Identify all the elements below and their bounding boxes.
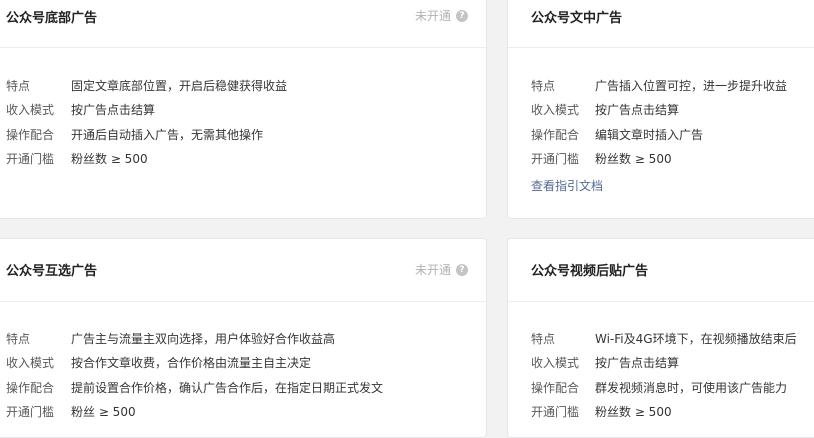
detail-row-revenue-mode: 收入模式 按广告点击结算 xyxy=(508,351,814,376)
question-circle-icon[interactable]: ? xyxy=(456,263,468,276)
row-label: 收入模式 xyxy=(6,103,55,118)
row-label: 开通门槛 xyxy=(531,152,580,167)
detail-row-feature: 特点 广告插入位置可控，进一步提升收益 xyxy=(508,73,814,98)
card-title: 公众号底部广告 xyxy=(6,11,98,26)
detail-row-revenue-mode: 收入模式 按广告点击结算 xyxy=(508,98,814,123)
card-title: 公众号文中广告 xyxy=(531,11,623,26)
row-value: 编辑文章时插入广告 xyxy=(595,127,704,142)
ad-card-video-post-roll: 公众号视频后贴广告 特点 Wi-Fi及4G环境下，在视频播放结束后 收入模式 按… xyxy=(507,238,814,438)
detail-row-threshold: 开通门槛 粉丝 ≥ 500 xyxy=(0,400,486,425)
row-value: 粉丝 ≥ 500 xyxy=(71,405,136,420)
row-value: 固定文章底部位置，开启后稳健获得收益 xyxy=(71,78,288,93)
detail-row-threshold: 开通门槛 粉丝数 ≥ 500 xyxy=(0,147,486,172)
detail-row-operation: 操作配合 编辑文章时插入广告 xyxy=(508,122,814,147)
card-title: 公众号视频后贴广告 xyxy=(531,264,649,279)
ad-card-mutual-selection: 公众号互选广告 未开通 ? 特点 广告主与流量主双向选择，用户体验好合作收益高 … xyxy=(0,238,487,438)
row-label: 开通门槛 xyxy=(531,405,580,420)
row-value: 按广告点击结算 xyxy=(595,356,680,371)
card-header: 公众号视频后贴广告 xyxy=(508,239,814,302)
row-value: 按广告点击结算 xyxy=(595,103,680,118)
row-label: 操作配合 xyxy=(531,127,580,142)
ad-card-in-article: 公众号文中广告 特点 广告插入位置可控，进一步提升收益 收入模式 按广告点击结算… xyxy=(507,0,814,219)
row-value: 按合作文章收费，合作价格由流量主自主决定 xyxy=(71,356,312,371)
detail-row-operation: 操作配合 提前设置合作价格，确认广告合作后，在指定日期正式发文 xyxy=(0,375,486,400)
card-details: 特点 Wi-Fi及4G环境下，在视频播放结束后 收入模式 按广告点击结算 操作配… xyxy=(508,326,814,424)
row-label: 开通门槛 xyxy=(6,405,55,420)
row-label: 收入模式 xyxy=(6,356,55,371)
row-value: Wi-Fi及4G环境下，在视频播放结束后 xyxy=(595,331,797,346)
detail-row-revenue-mode: 收入模式 按合作文章收费，合作价格由流量主自主决定 xyxy=(0,351,486,376)
status-text: 未开通 xyxy=(414,263,451,277)
card-header: 公众号底部广告 未开通 ? xyxy=(0,0,486,48)
detail-row-revenue-mode: 收入模式 按广告点击结算 xyxy=(0,98,486,123)
detail-row-feature: 特点 广告主与流量主双向选择，用户体验好合作收益高 xyxy=(0,326,486,351)
row-value: 粉丝数 ≥ 500 xyxy=(595,152,672,167)
row-value: 广告主与流量主双向选择，用户体验好合作收益高 xyxy=(71,331,336,346)
ad-card-bottom: 公众号底部广告 未开通 ? 特点 固定文章底部位置，开启后稳健获得收益 收入模式… xyxy=(0,0,487,219)
detail-row-feature: 特点 Wi-Fi及4G环境下，在视频播放结束后 xyxy=(508,326,814,351)
row-value: 按广告点击结算 xyxy=(71,103,156,118)
detail-row-feature: 特点 固定文章底部位置，开启后稳健获得收益 xyxy=(0,73,486,98)
card-details: 特点 广告主与流量主双向选择，用户体验好合作收益高 收入模式 按合作文章收费，合… xyxy=(0,326,486,424)
status-not-activated[interactable]: 未开通 ? xyxy=(415,261,468,278)
row-label: 开通门槛 xyxy=(6,152,55,167)
row-label: 收入模式 xyxy=(531,356,580,371)
row-label: 特点 xyxy=(6,78,31,93)
row-label: 收入模式 xyxy=(531,103,580,118)
card-header: 公众号文中广告 xyxy=(508,0,814,48)
row-value: 粉丝数 ≥ 500 xyxy=(595,405,672,420)
row-label: 特点 xyxy=(6,331,31,346)
question-circle-icon[interactable]: ? xyxy=(456,9,468,22)
card-header: 公众号互选广告 未开通 ? xyxy=(0,239,486,302)
status-text: 未开通 xyxy=(414,9,451,23)
row-value: 提前设置合作价格，确认广告合作后，在指定日期正式发文 xyxy=(71,380,384,395)
card-title: 公众号互选广告 xyxy=(6,264,98,279)
detail-row-threshold: 开通门槛 粉丝数 ≥ 500 xyxy=(508,147,814,172)
row-label: 特点 xyxy=(531,331,556,346)
row-label: 操作配合 xyxy=(531,380,580,395)
row-value: 开通后自动插入广告，无需其他操作 xyxy=(71,127,264,142)
row-label: 操作配合 xyxy=(6,380,55,395)
detail-row-threshold: 开通门槛 粉丝数 ≥ 500 xyxy=(508,400,814,425)
row-label: 操作配合 xyxy=(6,127,55,142)
card-details: 特点 固定文章底部位置，开启后稳健获得收益 收入模式 按广告点击结算 操作配合 … xyxy=(0,73,486,171)
view-guide-doc-link[interactable]: 查看指引文档 xyxy=(531,177,603,194)
status-not-activated[interactable]: 未开通 ? xyxy=(415,7,468,24)
row-label: 特点 xyxy=(531,78,556,93)
row-value: 粉丝数 ≥ 500 xyxy=(71,152,148,167)
row-value: 广告插入位置可控，进一步提升收益 xyxy=(595,78,788,93)
card-details: 特点 广告插入位置可控，进一步提升收益 收入模式 按广告点击结算 操作配合 编辑… xyxy=(508,73,814,171)
detail-row-operation: 操作配合 开通后自动插入广告，无需其他操作 xyxy=(0,122,486,147)
row-value: 群发视频消息时，可使用该广告能力 xyxy=(595,380,788,395)
detail-row-operation: 操作配合 群发视频消息时，可使用该广告能力 xyxy=(508,375,814,400)
